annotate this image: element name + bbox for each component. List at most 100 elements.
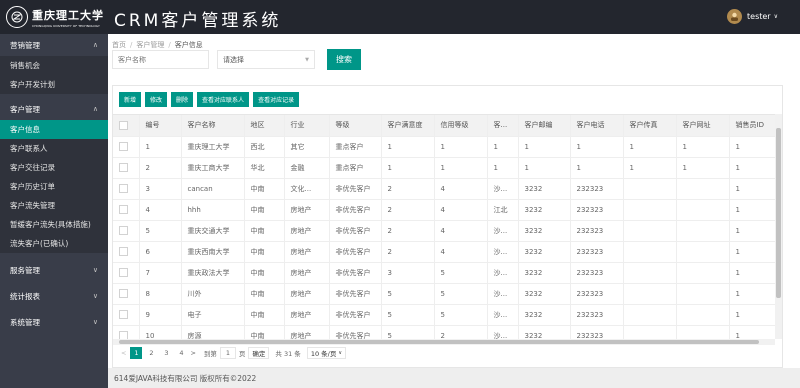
view-contacts-button[interactable]: 查看对应联系人 — [197, 92, 250, 107]
chevron-down-icon: ∨ — [338, 350, 343, 356]
row-checkbox[interactable] — [119, 247, 128, 256]
level-select[interactable]: 请选择 ▼ — [217, 50, 315, 69]
breadcrumb: 首页 / 客户管理 / 客户信息 — [112, 40, 203, 50]
table-row[interactable]: 9 电子 中南 房地产 非优先客户 5 5 沙... 3232 232323 1 — [113, 304, 782, 326]
select-all-checkbox[interactable] — [119, 120, 128, 130]
table-cell: 房地产 — [284, 220, 330, 242]
customer-name-input[interactable]: 客户名称 — [112, 50, 209, 69]
table-cell — [676, 241, 730, 263]
table-cell: 3232 — [518, 220, 571, 242]
table-cell: 232323 — [570, 304, 624, 326]
table-cell: 非优先客户 — [329, 178, 382, 200]
nav-item-suspend-churn[interactable]: 暂缓客户流失(具体措施) — [0, 215, 108, 234]
row-checkbox[interactable] — [119, 268, 128, 277]
chevron-up-icon: ∧ — [92, 105, 98, 113]
page-4[interactable]: 4 — [175, 347, 187, 359]
table-row[interactable]: 3 cancan 中南 文化... 非优先客户 2 4 沙... 3232 232323 1 — [113, 178, 782, 200]
row-select-cell — [113, 157, 140, 179]
table-cell: hhh — [181, 199, 245, 221]
nav-group-reports[interactable]: 统计报表 ∨ — [0, 285, 108, 307]
table-cell: 1 — [570, 136, 624, 158]
page-1[interactable]: 1 — [130, 347, 143, 359]
view-records-button[interactable]: 查看对应记录 — [253, 92, 300, 107]
row-checkbox[interactable] — [119, 205, 128, 214]
table-row[interactable]: 1 重庆理工大学 西北 其它 重点客户 1 1 1 1 1 1 1 1 — [113, 136, 782, 158]
table-cell: 3232 — [518, 199, 571, 221]
column-header: 客户名称 — [181, 115, 245, 137]
table-cell: 沙... — [487, 283, 519, 305]
goto-confirm-button[interactable]: 确定 — [248, 347, 270, 359]
table-row[interactable]: 8 川外 中南 房地产 非优先客户 5 5 沙... 3232 232323 1 — [113, 283, 782, 305]
row-checkbox[interactable] — [119, 184, 128, 193]
nav-group-service[interactable]: 服务管理 ∨ — [0, 259, 108, 281]
scrollbar-thumb[interactable] — [119, 340, 759, 344]
column-header: 客户电话 — [570, 115, 624, 137]
row-checkbox[interactable] — [119, 163, 128, 172]
table-cell: 2 — [381, 178, 435, 200]
table-row[interactable]: 6 重庆西南大学 中南 房地产 非优先客户 2 4 沙... 3232 232323 1 — [113, 241, 782, 263]
table-cell: 1 — [518, 157, 571, 179]
row-select-cell — [113, 262, 140, 284]
goto-page-input[interactable]: 1 — [219, 347, 236, 359]
top-header: 重庆理工大学 CHONGQING UNIVERSITY OF TECHNOLOG… — [0, 0, 800, 34]
add-button[interactable]: 新增 — [119, 92, 142, 107]
row-checkbox[interactable] — [119, 310, 128, 319]
row-checkbox[interactable] — [119, 142, 128, 151]
table-cell — [623, 304, 677, 326]
nav-group-marketing[interactable]: 营销管理 ∧ — [0, 34, 108, 56]
breadcrumb-separator: / — [168, 41, 171, 49]
row-checkbox[interactable] — [119, 289, 128, 298]
column-header: 客户满意度 — [381, 115, 435, 137]
table-cell: 232323 — [570, 220, 624, 242]
nav-group-label: 客户管理 — [10, 104, 40, 114]
page-2[interactable]: 2 — [145, 347, 157, 359]
nav-group-system[interactable]: 系统管理 ∨ — [0, 311, 108, 333]
nav-item-customer-contacts[interactable]: 客户联系人 — [0, 139, 108, 158]
search-button[interactable]: 搜索 — [327, 49, 361, 70]
table-row[interactable]: 5 重庆交通大学 中南 房地产 非优先客户 2 4 沙... 3232 232323 1 — [113, 220, 782, 242]
table-cell: 中南 — [244, 220, 285, 242]
table-cell: 1 — [623, 136, 677, 158]
breadcrumb-home[interactable]: 首页 — [112, 41, 126, 49]
table-cell — [623, 241, 677, 263]
table-cell: 1 — [487, 157, 519, 179]
nav-group-customer[interactable]: 客户管理 ∧ — [0, 98, 108, 120]
scrollbar-thumb[interactable] — [776, 128, 781, 298]
nav-item-confirmed-churn[interactable]: 流失客户(已确认) — [0, 234, 108, 253]
table-row[interactable]: 4 hhh 中南 房地产 非优先客户 2 4 江北 3232 232323 1 — [113, 199, 782, 221]
table-cell: 8 — [139, 283, 182, 305]
table-cell: 房地产 — [284, 283, 330, 305]
delete-button[interactable]: 删除 — [171, 92, 194, 107]
customer-table: 编号 客户名称 地区 行业 等级 客户满意度 信用等级 客... 客户邮编 客户… — [113, 114, 782, 339]
user-menu[interactable]: tester ∨ — [727, 9, 778, 24]
row-checkbox[interactable] — [119, 226, 128, 235]
prev-page-button[interactable]: < — [121, 349, 126, 357]
nav-item-sales-opportunity[interactable]: 销售机会 — [0, 56, 108, 75]
breadcrumb-customer-mgmt[interactable]: 客户管理 — [136, 41, 164, 49]
nav-item-customer-info[interactable]: 客户信息 — [0, 120, 108, 139]
nav-item-order-history[interactable]: 客户历史订单 — [0, 177, 108, 196]
table-row[interactable]: 10 房源 中南 房地产 非优先客户 5 2 沙... 3232 232323 1 — [113, 325, 782, 339]
page-size-select[interactable]: 10 条/页 ∨ — [306, 347, 347, 359]
page-size-value: 10 条/页 — [310, 350, 337, 358]
horizontal-scrollbar[interactable] — [113, 339, 775, 345]
table-cell: 1 — [381, 136, 435, 158]
table-cell — [676, 220, 730, 242]
university-emblem-icon — [6, 6, 28, 28]
row-select-cell — [113, 199, 140, 221]
nav-item-dev-plan[interactable]: 客户开发计划 — [0, 75, 108, 94]
vertical-scrollbar[interactable] — [775, 114, 782, 339]
edit-button[interactable]: 修改 — [145, 92, 168, 107]
table-cell: 非优先客户 — [329, 241, 382, 263]
nav-item-interaction-records[interactable]: 客户交往记录 — [0, 158, 108, 177]
table-cell: 重庆工商大学 — [181, 157, 245, 179]
nav-item-churn-management[interactable]: 客户流失管理 — [0, 196, 108, 215]
nav-group-label: 服务管理 — [10, 265, 40, 275]
column-header: 客户网址 — [676, 115, 730, 137]
table-cell: 3 — [139, 178, 182, 200]
row-checkbox[interactable] — [119, 331, 128, 339]
next-page-button[interactable]: > — [190, 349, 195, 357]
page-3[interactable]: 3 — [160, 347, 172, 359]
table-row[interactable]: 7 重庆政法大学 中南 房地产 非优先客户 3 5 沙... 3232 232323 1 — [113, 262, 782, 284]
table-row[interactable]: 2 重庆工商大学 华北 金融 重点客户 1 1 1 1 1 1 1 1 — [113, 157, 782, 179]
